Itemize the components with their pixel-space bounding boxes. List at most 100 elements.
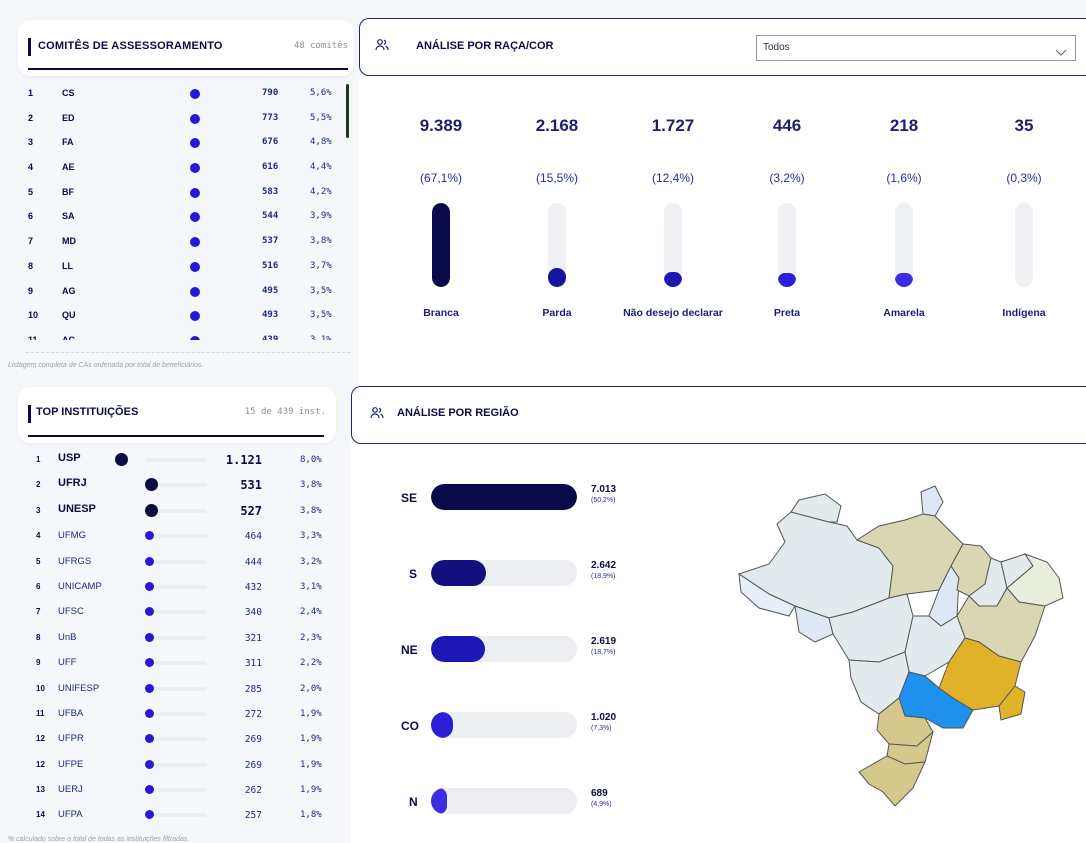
rank: 7 xyxy=(36,607,41,617)
value-dot xyxy=(190,286,200,297)
list-item[interactable]: 8 UnB 321 2,3% xyxy=(18,625,336,650)
institution-name: UFPA xyxy=(58,809,83,821)
committees-list[interactable]: 1 CS 790 5,6% 2 ED 773 5,5% 3 FA 676 4,8% 4 AE 616 4,4%… xyxy=(18,82,352,340)
committees-count: 48 comitês xyxy=(293,41,348,51)
brazil-map[interactable] xyxy=(729,466,1071,806)
institutions-count: 15 de 439 inst. xyxy=(244,407,326,417)
table-row[interactable]: 6 SA 544 3,9% xyxy=(18,205,352,230)
institution-name: UFSC xyxy=(58,606,84,618)
region-row[interactable]: S 2.642 (18,9%) xyxy=(351,560,651,586)
race-bar-track xyxy=(895,203,913,287)
race-value: 446 xyxy=(772,116,802,135)
institution-pct: 2,0% xyxy=(300,683,322,694)
region-row[interactable]: CO 1.020 (7,3%) xyxy=(351,712,651,738)
region-bar-fill xyxy=(431,712,453,738)
race-label: Branca xyxy=(423,307,459,319)
race-value: 2.168 xyxy=(535,116,579,135)
institution-name: UnB xyxy=(58,631,77,643)
institutions-list[interactable]: 1 USP 1.121 8,0% 2 UFRJ 531 3,8% 3 UNESP 527 3,8% 4 U… xyxy=(18,447,336,828)
institution-pct: 1,9% xyxy=(300,785,322,796)
list-item[interactable]: 9 UFF 311 2,2% xyxy=(18,650,336,675)
list-item[interactable]: 12 UFPR 269 1,9% xyxy=(18,726,336,751)
race-filter-select[interactable]: Todos xyxy=(756,35,1076,61)
committee-value: 790 xyxy=(262,88,279,98)
list-item[interactable]: 10 UNIFESP 285 2,0% xyxy=(18,676,336,701)
region-code: N xyxy=(409,795,418,809)
list-item[interactable]: 12 UFPE 269 1,9% xyxy=(18,752,336,777)
table-row[interactable]: 8 LL 516 3,7% xyxy=(18,255,352,280)
value-dot xyxy=(190,261,200,272)
institution-value: 444 xyxy=(244,556,262,568)
region-bar-track xyxy=(431,788,577,814)
committee-value: 516 xyxy=(262,260,279,271)
value-dot xyxy=(190,163,200,174)
list-item[interactable]: 14 UFPA 257 1,8% xyxy=(18,802,336,827)
value-dot xyxy=(145,708,154,718)
race-chart: 9.389 (67,1%) Branca 2.168 (15,5%) Parda 1.727… xyxy=(359,76,1086,386)
committee-value: 676 xyxy=(262,137,279,148)
table-row[interactable]: 9 AG 495 3,5% xyxy=(18,280,352,305)
committee-value: 583 xyxy=(262,186,279,197)
list-item[interactable]: 5 UFRGS 444 3,2% xyxy=(18,549,336,574)
value-dot xyxy=(115,453,128,466)
institution-pct: 1,9% xyxy=(300,759,322,770)
list-item[interactable]: 7 UFSC 340 2,4% xyxy=(18,599,336,624)
committee-value: 773 xyxy=(262,112,279,123)
table-row[interactable]: 7 MD 537 3,8% xyxy=(18,230,352,255)
region-bar-fill xyxy=(431,560,486,586)
bar-track xyxy=(145,686,207,691)
committee-value: 439 xyxy=(262,334,279,340)
committees-title: COMITÊS DE ASSESSORAMENTO xyxy=(38,40,223,52)
list-item[interactable]: 1 USP 1.121 8,0% xyxy=(18,447,336,472)
region-row[interactable]: N 689 (4,9%) xyxy=(351,788,651,814)
rank: 3 xyxy=(28,137,34,148)
users-icon xyxy=(370,406,384,425)
list-item[interactable]: 13 UERJ 262 1,9% xyxy=(18,777,336,802)
bar-track xyxy=(145,610,207,615)
race-bar-fill xyxy=(778,273,796,287)
rank: 7 xyxy=(28,236,34,247)
institution-pct: 2,4% xyxy=(300,607,322,618)
region-chart: SE 7.013 (50,2%) S 2.642 (18,9%) NE 2.619 (18,7%… xyxy=(351,444,1086,843)
value-dot xyxy=(190,335,200,340)
region-code: NE xyxy=(401,643,418,657)
table-row[interactable]: 3 FA 676 4,8% xyxy=(18,131,352,156)
region-row[interactable]: NE 2.619 (18,7%) xyxy=(351,636,651,662)
table-row[interactable]: 5 BF 583 4,2% xyxy=(18,181,352,206)
list-item[interactable]: 4 UFMG 464 3,3% xyxy=(18,523,336,548)
rank: 9 xyxy=(28,285,34,296)
table-row[interactable]: 1 CS 790 5,6% xyxy=(18,82,352,107)
race-pct: (67,1%) xyxy=(419,171,463,185)
institution-pct: 2,2% xyxy=(300,658,322,669)
institution-value: 269 xyxy=(244,734,262,746)
value-dot xyxy=(145,556,154,566)
value-dot xyxy=(145,759,154,769)
list-item[interactable]: 2 UFRJ 531 3,8% xyxy=(18,472,336,497)
committee-code: LL xyxy=(62,260,73,271)
table-row[interactable]: 10 QU 493 3,5% xyxy=(18,304,352,329)
region-value: 1.020 xyxy=(591,712,617,723)
committee-pct: 4,4% xyxy=(310,162,332,173)
list-item[interactable]: 6 UNICAMP 432 3,1% xyxy=(18,574,336,599)
chevron-down-icon xyxy=(1055,44,1067,62)
race-label: Não desejo declarar xyxy=(623,307,723,319)
rank: 2 xyxy=(36,480,41,490)
table-row[interactable]: 4 AE 616 4,4% xyxy=(18,156,352,181)
institution-pct: 1,8% xyxy=(300,810,322,821)
rank: 9 xyxy=(36,658,41,668)
committees-scrollbar[interactable] xyxy=(346,84,349,138)
institution-name: UERJ xyxy=(58,784,83,796)
race-bar-track xyxy=(664,203,682,287)
list-item[interactable]: 11 UFBA 272 1,9% xyxy=(18,701,336,726)
region-row[interactable]: SE 7.013 (50,2%) xyxy=(351,484,651,510)
institution-name: UFRJ xyxy=(58,477,87,490)
list-item[interactable]: 3 UNESP 527 3,8% xyxy=(18,498,336,523)
map-state-rs[interactable] xyxy=(858,755,926,806)
institution-name: UFPE xyxy=(58,758,84,770)
rank: 13 xyxy=(36,785,45,795)
table-row[interactable]: 11 AC 439 3,1% xyxy=(18,329,352,340)
map-state-ap[interactable] xyxy=(920,485,944,517)
rank: 10 xyxy=(36,683,45,693)
table-row[interactable]: 2 ED 773 5,5% xyxy=(18,107,352,132)
institution-name: UNESP xyxy=(58,502,96,515)
